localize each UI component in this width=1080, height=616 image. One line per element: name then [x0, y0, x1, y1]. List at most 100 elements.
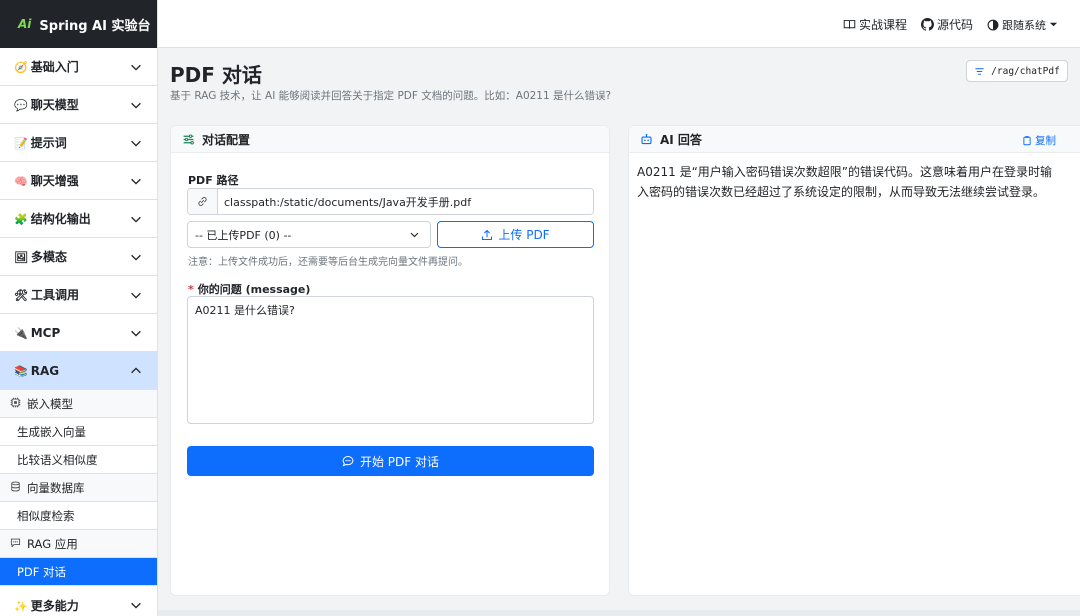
puzzle-icon: 🧩 — [14, 213, 28, 226]
books-icon: 📚 — [14, 364, 28, 378]
sidebar: Ai Spring AI 实验台 🧭 基础入门 💬 聊天模型 📝 提示词 🧠 聊天增强 … — [0, 0, 158, 616]
uploaded-pdf-select[interactable]: -- 已上传PDF (0) -- — [187, 221, 431, 248]
sidebar-group-vector-db: 向量数据库 — [0, 474, 157, 502]
sidebar-item-pdf-chat[interactable]: PDF 对话 — [0, 558, 157, 586]
question-textarea[interactable]: A0211 是什么错误? — [187, 296, 594, 424]
chevron-down-icon — [131, 216, 141, 223]
page-title: PDF 对话 — [170, 63, 262, 87]
sidebar-item-label: 聊天增强 — [30, 174, 79, 188]
sidebar-item-basics[interactable]: 🧭 基础入门 — [0, 48, 157, 86]
question-label: * 你的问题 (message) — [188, 283, 311, 296]
uploaded-pdf-select-value: -- 已上传PDF (0) -- — [195, 228, 292, 242]
half-circle-icon — [987, 19, 999, 30]
sidebar-item-prompt[interactable]: 📝 提示词 — [0, 124, 157, 162]
brand[interactable]: Ai Spring AI 实验台 — [0, 0, 157, 48]
robot-icon — [640, 133, 653, 146]
sidebar-group-label: 向量数据库 — [27, 480, 85, 495]
sidebar-group-rag-app: RAG 应用 — [0, 530, 157, 558]
chevron-down-icon — [131, 292, 141, 299]
memo-icon: 📝 — [14, 137, 28, 150]
sliders-icon — [182, 133, 195, 146]
sidebar-item-label: 比较语义相似度 — [17, 452, 98, 467]
tools-icon: 🛠 — [14, 289, 28, 302]
sidebar-item-similarity-search[interactable]: 相似度检索 — [0, 502, 157, 530]
sparkles-icon: ✨ — [14, 599, 28, 613]
answer-card-title: AI 回答 — [660, 132, 702, 147]
chevron-down-icon — [131, 254, 141, 261]
chevron-down-icon — [131, 140, 141, 147]
sidebar-item-rag[interactable]: 📚 RAG — [0, 352, 157, 390]
sidebar-item-label: 基础入门 — [30, 60, 79, 74]
sidebar-item-label: 相似度检索 — [17, 508, 75, 523]
chevron-down-icon — [410, 232, 419, 238]
upload-pdf-button[interactable]: 上传 PDF — [437, 221, 594, 248]
question-label-text: 你的问题 (message) — [197, 283, 311, 296]
ai-logo-icon: Ai — [18, 17, 32, 31]
sidebar-item-label: 工具调用 — [30, 288, 79, 302]
copy-label: 复制 — [1035, 135, 1056, 147]
config-card: 对话配置 PDF 路径 -- 已上传PDF (0) -- 上传 PDF 注意：上… — [170, 125, 610, 596]
link-icon — [188, 189, 218, 214]
sidebar-item-more[interactable]: ✨ 更多能力 — [0, 586, 157, 616]
sidebar-item-label: 更多能力 — [30, 598, 79, 613]
chevron-down-icon — [131, 64, 141, 71]
sidebar-item-structured-output[interactable]: 🧩 结构化输出 — [0, 200, 157, 238]
compass-icon: 🧭 — [14, 61, 28, 74]
sidebar-item-tool-calling[interactable]: 🛠 工具调用 — [0, 276, 157, 314]
chevron-down-icon — [131, 330, 141, 337]
theme-dropdown[interactable]: 跟随系统 — [987, 16, 1058, 33]
sidebar-item-multimodal[interactable]: 🖼 多模态 — [0, 238, 157, 276]
brand-title: Spring AI 实验台 — [39, 18, 151, 34]
bottom-divider — [158, 610, 1080, 616]
upload-pdf-label: 上传 PDF — [498, 228, 550, 242]
database-icon — [10, 481, 21, 495]
pdf-path-input[interactable] — [218, 189, 593, 214]
sidebar-item-generate-embedding[interactable]: 生成嵌入向量 — [0, 418, 157, 446]
sidebar-item-label: 聊天模型 — [30, 98, 79, 112]
pdf-path-group — [187, 188, 594, 215]
sidebar-item-chat-enhance[interactable]: 🧠 聊天增强 — [0, 162, 157, 200]
api-path-text: /rag/chatPdf — [991, 65, 1060, 77]
upload-icon — [482, 229, 493, 240]
config-card-header: 对话配置 — [171, 126, 609, 153]
sidebar-item-label: PDF 对话 — [17, 564, 67, 579]
sidebar-item-compare-similarity[interactable]: 比较语义相似度 — [0, 446, 157, 474]
chevron-down-icon — [131, 102, 141, 109]
chat-bubble-icon — [10, 537, 21, 551]
course-link-label: 实战课程 — [858, 18, 907, 32]
picture-icon: 🖼 — [14, 251, 28, 264]
copy-icon — [1023, 135, 1031, 145]
sidebar-group-label: 嵌入模型 — [27, 396, 73, 411]
source-code-label: 源代码 — [936, 18, 973, 32]
plug-icon: 🔌 — [14, 326, 28, 340]
chevron-down-icon — [131, 602, 141, 609]
sidebar-item-label: 提示词 — [30, 136, 67, 150]
sidebar-item-label: 多模态 — [30, 250, 67, 264]
sidebar-item-chat-model[interactable]: 💬 聊天模型 — [0, 86, 157, 124]
speech-bubble-icon: 💬 — [14, 99, 28, 112]
sidebar-group-embedding: 嵌入模型 — [0, 390, 157, 418]
answer-card-header: AI 回答 复制 — [629, 126, 1080, 153]
start-pdf-chat-button[interactable]: 开始 PDF 对话 — [187, 446, 594, 476]
sidebar-group-label: RAG 应用 — [27, 536, 78, 551]
theme-label: 跟随系统 — [1002, 18, 1046, 32]
sidebar-item-label: 结构化输出 — [30, 212, 91, 226]
github-icon — [920, 18, 934, 31]
start-pdf-chat-label: 开始 PDF 对话 — [359, 454, 439, 469]
page-description: 基于 RAG 技术，让 AI 能够阅读并回答关于指定 PDF 文档的问题。比如：… — [170, 90, 612, 102]
api-path-badge[interactable]: /rag/chatPdf — [966, 60, 1068, 82]
source-code-link[interactable]: 源代码 — [920, 16, 973, 33]
sidebar-item-label: MCP — [30, 325, 61, 340]
sidebar-item-label: RAG — [30, 363, 60, 378]
config-card-title: 对话配置 — [202, 132, 251, 147]
course-link[interactable]: 实战课程 — [843, 16, 907, 33]
sidebar-item-mcp[interactable]: 🔌 MCP — [0, 314, 157, 352]
chat-icon — [342, 456, 354, 467]
chevron-up-icon — [131, 366, 141, 373]
sidebar-item-label: 生成嵌入向量 — [17, 424, 86, 439]
answer-card: AI 回答 复制 A0211 是“用户输入密码错误次数超限”的错误代码。这意味着… — [628, 125, 1080, 596]
brain-icon: 🧠 — [14, 175, 28, 188]
upload-note: 注意：上传文件成功后，还需要等后台生成完向量文件再提问。 — [188, 257, 468, 268]
copy-button[interactable]: 复制 — [1022, 133, 1056, 148]
top-bar: 实战课程 源代码 跟随系统 — [158, 0, 1080, 48]
